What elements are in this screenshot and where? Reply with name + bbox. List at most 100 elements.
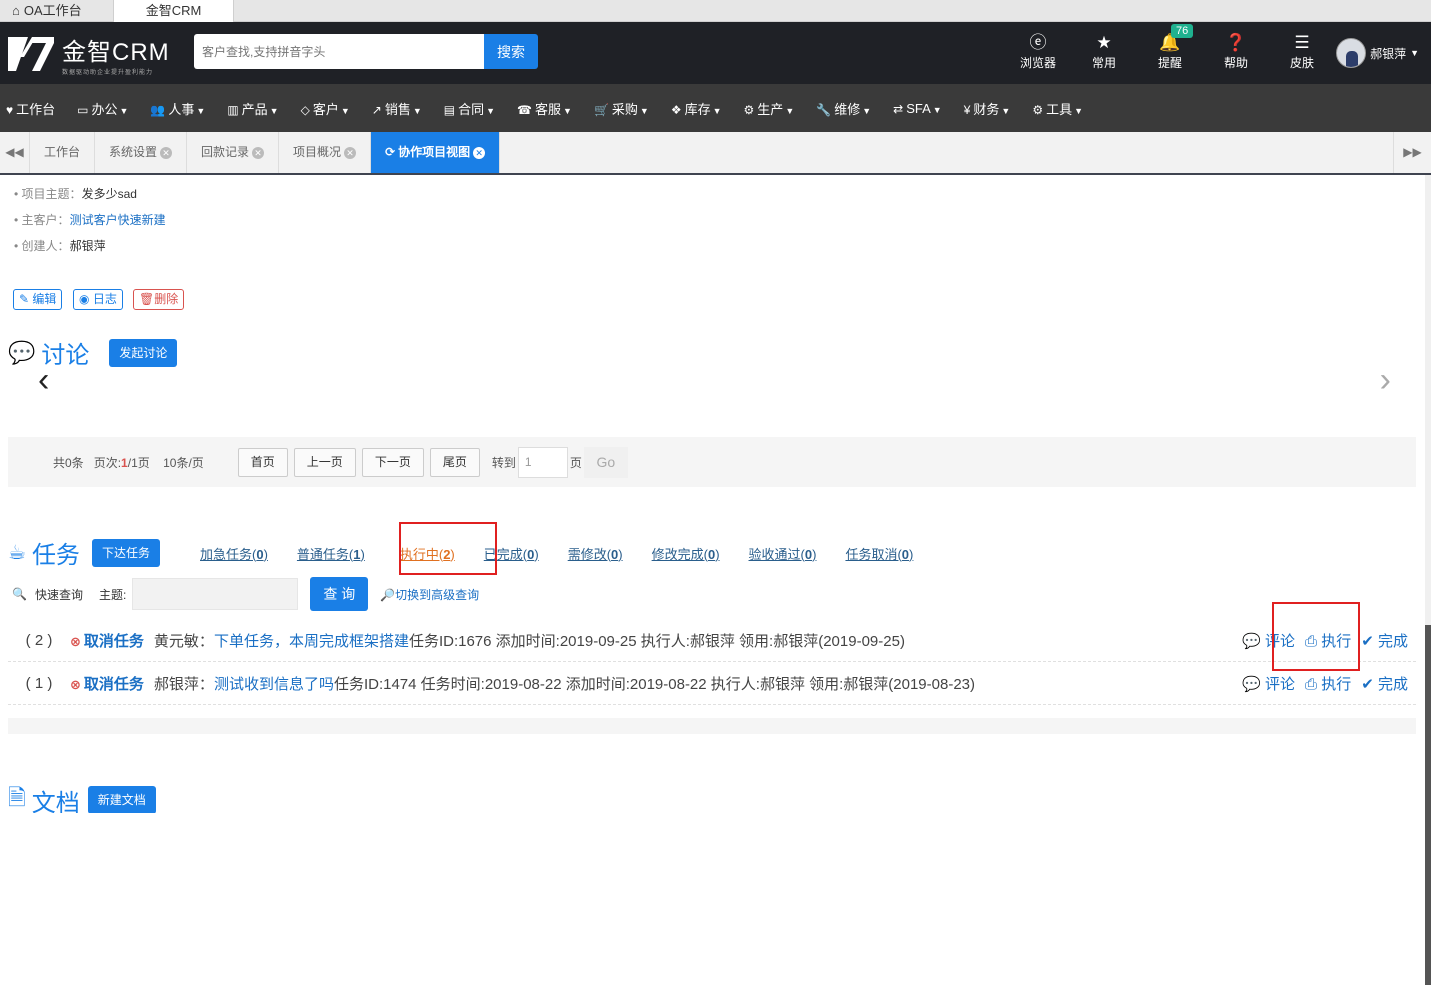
reminder-label: 提醒	[1157, 56, 1182, 70]
check-icon: ✔	[1361, 675, 1374, 693]
chevron-left-icon[interactable]: ‹	[38, 361, 49, 400]
menu-item-purchase[interactable]: 🛒 采购 ▼	[594, 99, 649, 118]
trash-icon: 🗑	[139, 292, 155, 306]
menu-item-repair[interactable]: 🔧 维修 ▼	[816, 99, 871, 118]
menu-item-customer[interactable]: ◇ 客户 ▼	[301, 99, 350, 118]
reminder-count-badge: 76	[1171, 24, 1194, 38]
caret-down-icon: ▼	[269, 105, 279, 116]
close-icon[interactable]: ✕	[160, 146, 173, 159]
tab-project-overview[interactable]: 项目概况 ✕	[279, 132, 372, 173]
customer-search-input[interactable]	[194, 34, 484, 69]
menu-item-workbench[interactable]: ♥ 工作台	[6, 99, 55, 118]
favorites-button[interactable]: ★ 常用	[1071, 32, 1137, 71]
assign-task-button[interactable]: 下达任务	[91, 538, 160, 567]
skin-label: 皮肤	[1289, 56, 1314, 70]
tab-system-settings[interactable]: 系统设置 ✕	[95, 132, 188, 173]
discussion-pager: 共0条 页次:1/1页 10条/页 首页 上一页 下一页 尾页 转到 页 Go	[8, 437, 1416, 487]
browser-tab-crm[interactable]: 金智CRM	[114, 0, 234, 22]
task-section-title: ☕ 任务 下达任务	[8, 535, 160, 570]
caret-down-icon: ▼	[785, 105, 795, 116]
menu-item-sfa[interactable]: ⇄ SFA ▼	[893, 101, 942, 116]
tab-accepted[interactable]: 验收通过(0)	[749, 544, 817, 563]
highlight-box	[399, 522, 497, 575]
menu-item-contract[interactable]: ▤ 合同 ▼	[444, 99, 495, 118]
last-page-button[interactable]: 尾页	[429, 447, 480, 477]
skin-button[interactable]: ☰ 皮肤	[1269, 32, 1335, 71]
cancel-task-button[interactable]: ⊗ 取消任务	[70, 673, 144, 694]
menu-item-production[interactable]: ⚙ 生产 ▼	[744, 99, 795, 118]
start-discussion-button[interactable]: 发起讨论	[109, 338, 178, 367]
laptop-icon: ▭	[77, 102, 89, 117]
customer-link[interactable]: 测试客户快速新建	[70, 213, 166, 227]
search-icon: 🔎	[380, 587, 396, 602]
diamond-icon: ◇	[300, 102, 310, 117]
tab-urgent-tasks[interactable]: 加急任务(0)	[200, 544, 268, 563]
caret-down-icon: ▼	[1074, 105, 1084, 116]
task-title-link[interactable]: 下单任务，本周完成框架搭建	[214, 630, 409, 651]
browser-label: 浏览器	[1019, 56, 1056, 70]
customer-search: 搜索	[194, 34, 538, 69]
complete-button[interactable]: ✔ 完成	[1361, 673, 1408, 694]
docs-section-title: 🗎 文档 新建文档	[8, 781, 156, 813]
menu-item-hr[interactable]: 👥 人事 ▼	[150, 99, 205, 118]
help-button[interactable]: ❓ 帮助	[1203, 32, 1269, 71]
tab-normal-tasks[interactable]: 普通任务(1)	[297, 544, 365, 563]
prev-page-button[interactable]: 上一页	[293, 447, 356, 477]
menu-item-office[interactable]: ▭ 办公 ▼	[77, 99, 128, 118]
close-icon[interactable]: ✕	[252, 146, 265, 159]
browser-tab-oa[interactable]: ⌂ OA工作台	[0, 0, 114, 22]
tab-revision-done[interactable]: 修改完成(0)	[652, 544, 720, 563]
logo-mark-icon	[8, 37, 54, 71]
advanced-search-link[interactable]: 🔎切换到高级查询	[380, 586, 479, 603]
go-button[interactable]: Go	[583, 446, 628, 478]
tab-workbench[interactable]: 工作台	[30, 132, 96, 173]
tab-payment-records[interactable]: 回款记录 ✕	[187, 132, 280, 173]
close-icon[interactable]: ✕	[344, 146, 357, 159]
logo[interactable]: 金智CRM 数据驱动助企业提升盈利能力	[6, 32, 170, 76]
menu-item-tools[interactable]: ⚙ 工具 ▼	[1032, 99, 1083, 118]
delete-button[interactable]: 🗑删除	[133, 289, 185, 310]
next-page-button[interactable]: 下一页	[361, 447, 424, 477]
tab-cancelled[interactable]: 任务取消(0)	[845, 544, 913, 563]
reminder-button[interactable]: 🔔 76 提醒	[1137, 24, 1203, 71]
cancel-task-button[interactable]: ⊗ 取消任务	[70, 630, 144, 651]
menu-item-product[interactable]: ▥ 产品 ▼	[227, 99, 278, 118]
goto-page-input[interactable]	[517, 446, 568, 478]
barcode-icon: ▥	[227, 102, 239, 117]
project-customer: • 主客户：测试客户快速新建	[14, 213, 166, 227]
menu-item-sales[interactable]: ↗ 销售 ▼	[372, 99, 422, 118]
execute-button[interactable]: ⎙ 执行	[1305, 673, 1351, 694]
search-button[interactable]: 搜索	[484, 34, 538, 69]
scrollbar-thumb[interactable]	[1425, 625, 1431, 985]
edit-button[interactable]: ✎ 编辑	[13, 289, 63, 310]
page-scrollbar[interactable]	[1425, 175, 1431, 985]
close-icon[interactable]: ✕	[473, 146, 486, 159]
log-button[interactable]: ◉ 日志	[73, 289, 123, 310]
wechat-icon: 💬	[8, 339, 36, 365]
comment-button[interactable]: 💬 评论	[1242, 673, 1295, 694]
subject-input[interactable]	[132, 578, 299, 610]
query-button[interactable]: 查 询	[310, 577, 369, 611]
menu-item-service[interactable]: ☎ 客服 ▼	[517, 99, 572, 118]
menu-item-inventory[interactable]: ❖ 库存 ▼	[671, 99, 722, 118]
eye-icon: ◉	[79, 292, 90, 306]
browser-button[interactable]: ⓔ 浏览器	[1005, 32, 1071, 71]
caret-down-icon: ▼	[196, 105, 206, 116]
first-page-button[interactable]: 首页	[237, 447, 288, 477]
tabs-scroll-left-icon[interactable]: ◀◀	[0, 132, 30, 173]
refresh-icon[interactable]: ⟳	[385, 132, 395, 173]
caret-down-icon: ▼	[712, 105, 722, 116]
gears-icon: ⚙	[743, 102, 755, 117]
browser-tab-label: OA工作台	[23, 3, 82, 18]
complete-button[interactable]: ✔ 完成	[1361, 630, 1408, 651]
task-title-link[interactable]: 测试收到信息了吗	[214, 673, 334, 694]
tabs-scroll-right-icon[interactable]: ▶▶	[1393, 132, 1431, 173]
user-menu[interactable]: 郝银萍 ▼	[1336, 38, 1419, 68]
chevron-right-icon[interactable]: ›	[1380, 361, 1391, 400]
new-document-button[interactable]: 新建文档	[87, 786, 156, 813]
menu-item-finance[interactable]: ¥ 财务 ▼	[964, 99, 1011, 118]
tab-needs-revision[interactable]: 需修改(0)	[568, 544, 623, 563]
cart-icon: 🛒	[593, 102, 609, 117]
browser-tab-strip: ⌂ OA工作台 金智CRM	[0, 0, 1431, 22]
tab-collab-project-view[interactable]: ⟳ 协作项目视图 ✕	[371, 132, 501, 173]
